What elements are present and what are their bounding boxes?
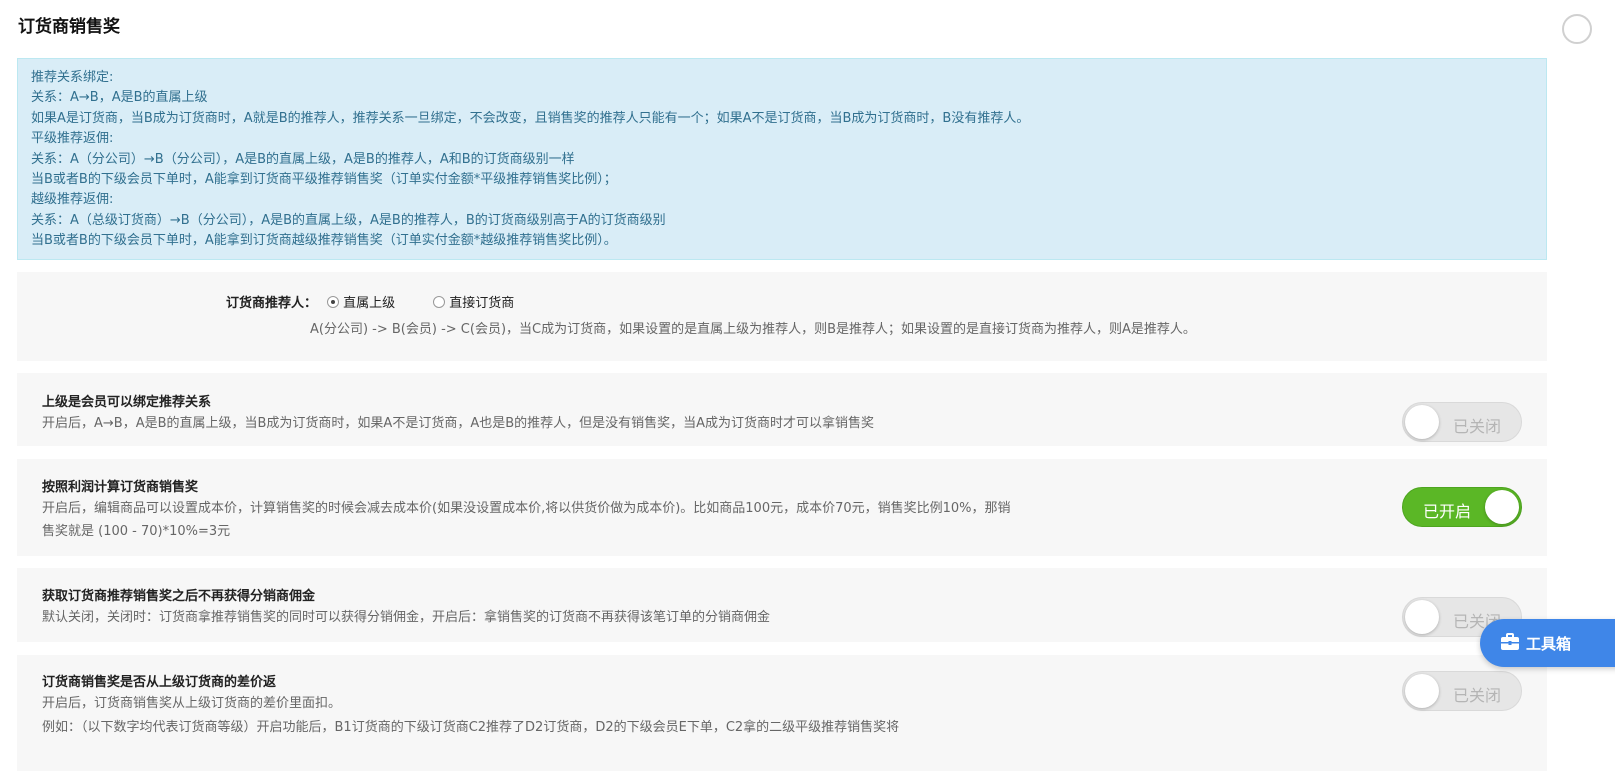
radio-checked-icon[interactable] (327, 296, 340, 308)
radio-direct-superior[interactable]: 直属上级 (327, 292, 395, 311)
radio-label: 直属上级 (343, 296, 396, 311)
toggle-knob (1405, 405, 1439, 439)
info-panel: 推荐关系绑定: 关系：A→B，A是B的直属上级 如果A是订货商，当B成为订货商时… (17, 58, 1547, 260)
radio-unchecked-icon[interactable] (433, 296, 446, 308)
info-line: 平级推荐返佣: (31, 131, 114, 147)
setting-description-example: 例如：（以下数字均代表订货商等级）开启功能后，B1订货商的下级订货商C2推荐了D… (42, 720, 900, 735)
info-line: 当B或者B的下级会员下单时，A能拿到订货商平级推荐销售奖（订单实付金额*平级推荐… (31, 172, 617, 188)
setting-description: 开启后，A→B，A是B的直属上级，当B成为订货商时，如果A不是订货商，A也是B的… (42, 416, 875, 431)
edge-scroll-handle[interactable] (1562, 14, 1592, 44)
recommender-label: 订货商推荐人： (225, 296, 317, 311)
setting-panel-no-distributor-commission: 获取订货商推荐销售奖之后不再获得分销商佣金 默认关闭，关闭时：订货商拿推荐销售奖… (17, 568, 1547, 642)
toggle-knob (1405, 600, 1439, 634)
info-line: 如果A是订货商，当B成为订货商时，A就是B的推荐人，推荐关系一旦绑定，不会改变，… (31, 110, 1030, 126)
setting-title: 获取订货商推荐销售奖之后不再获得分销商佣金 (42, 589, 316, 604)
toolbox-icon (1501, 633, 1519, 650)
info-line: 越级推荐返佣: (31, 192, 114, 208)
setting-panel-member-binding: 上级是会员可以绑定推荐关系 开启后，A→B，A是B的直属上级，当B成为订货商时，… (17, 373, 1547, 446)
setting-panel-profit-calculation: 按照利润计算订货商销售奖 开启后，编辑商品可以设置成本价，计算销售奖的时候会减去… (17, 459, 1547, 556)
info-line: 关系：A→B，A是B的直属上级 (31, 90, 208, 106)
info-line: 当B或者B的下级会员下单时，A能拿到订货商越级推荐销售奖（订单实付金额*越级推荐… (31, 233, 617, 249)
toolbox-button[interactable]: 工具箱 (1480, 619, 1615, 667)
setting-title: 按照利润计算订货商销售奖 (42, 480, 199, 495)
toggle-status: 已开启 (1423, 502, 1472, 521)
toggle-member-binding[interactable]: 已关闭 (1402, 402, 1522, 442)
radio-label: 直接订货商 (449, 296, 515, 311)
radio-direct-distributor[interactable]: 直接订货商 (433, 292, 514, 311)
toolbox-label: 工具箱 (1526, 635, 1572, 653)
setting-description: 开启后，编辑商品可以设置成本价，计算销售奖的时候会减去成本价(如果没设置成本价,… (42, 501, 1011, 539)
toggle-price-difference[interactable]: 已关闭 (1402, 671, 1522, 711)
setting-description: 开启后，订货商销售奖从上级订货商的差价里面扣。 (42, 696, 342, 711)
recommender-panel: 订货商推荐人： 直属上级 直接订货商 A(分公司) -> B(会员) -> C(… (17, 272, 1547, 361)
toggle-status: 已关闭 (1452, 686, 1501, 705)
setting-title: 订货商销售奖是否从上级订货商的差价返 (42, 675, 277, 690)
toggle-knob (1405, 674, 1439, 708)
recommender-description: A(分公司) -> B(会员) -> C(会员)，当C成为订货商，如果设置的是直… (310, 322, 1196, 337)
setting-description: 默认关闭，关闭时：订货商拿推荐销售奖的同时可以获得分销佣金，开启后：拿销售奖的订… (42, 610, 771, 625)
setting-title: 上级是会员可以绑定推荐关系 (42, 395, 212, 410)
info-line: 关系：A（分公司）→B（分公司），A是B的直属上级，A是B的推荐人，A和B的订货… (31, 151, 575, 167)
info-line: 关系：A（总级订货商）→B（分公司），A是B的直属上级，A是B的推荐人，B的订货… (31, 212, 666, 228)
info-line: 推荐关系绑定: (31, 70, 114, 85)
setting-panel-price-difference: 订货商销售奖是否从上级订货商的差价返 开启后，订货商销售奖从上级订货商的差价里面… (17, 655, 1547, 771)
page-title: 订货商销售奖 (18, 17, 120, 37)
toggle-knob (1485, 490, 1519, 524)
toggle-status: 已关闭 (1452, 417, 1501, 436)
toggle-profit-calculation[interactable]: 已开启 (1402, 487, 1522, 527)
recommender-row: 订货商推荐人： 直属上级 直接订货商 (207, 292, 542, 311)
